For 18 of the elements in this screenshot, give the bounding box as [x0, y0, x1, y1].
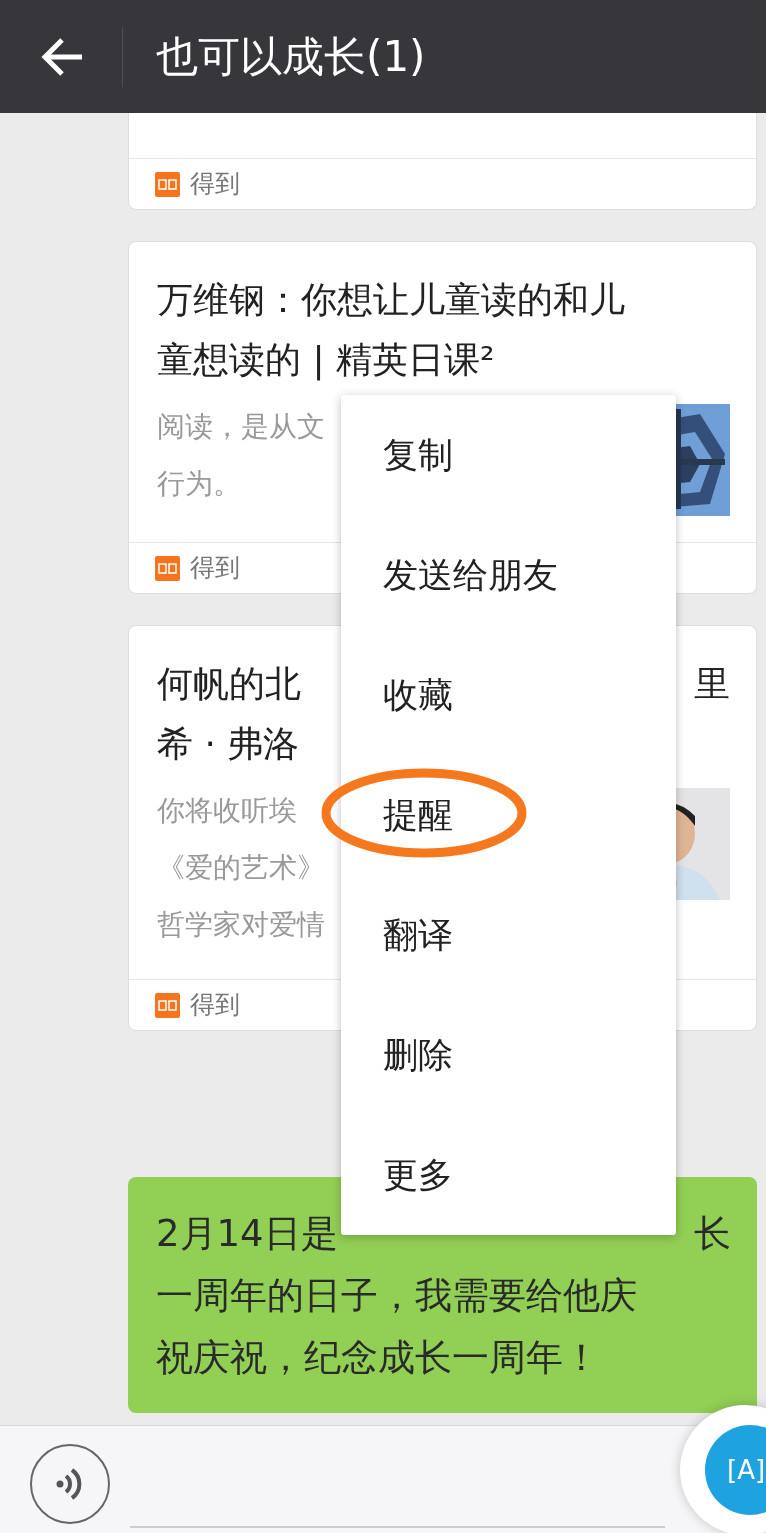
message-text: 一周年的日子，我需要给他庆	[156, 1273, 637, 1319]
source-label: 得到	[190, 168, 240, 201]
article-summary: 《爱的艺术》	[157, 850, 325, 886]
article-title: 万维钢：你想让儿童读的和儿	[157, 278, 625, 322]
article-title: 希 · 弗洛	[157, 722, 301, 766]
message-text: 长	[694, 1211, 731, 1257]
source-label: 得到	[190, 552, 240, 585]
article-title: 何帆的北	[157, 662, 301, 706]
message-text: 祝庆祝，纪念成长一周年！	[156, 1335, 600, 1381]
article-summary: 哲学家对爱情	[157, 907, 325, 943]
article-summary: 行为。	[157, 466, 242, 502]
article-title: 里	[694, 662, 730, 706]
article-summary: 你将收听埃	[157, 793, 298, 829]
article-summary: 阅读，是从文	[157, 409, 325, 445]
chat-title: 也可以成长(1)	[156, 31, 426, 83]
source-label: 得到	[190, 989, 240, 1022]
article-title: 童想读的 | 精英日课²	[157, 338, 496, 383]
message-text: 2月14日是	[156, 1211, 338, 1257]
